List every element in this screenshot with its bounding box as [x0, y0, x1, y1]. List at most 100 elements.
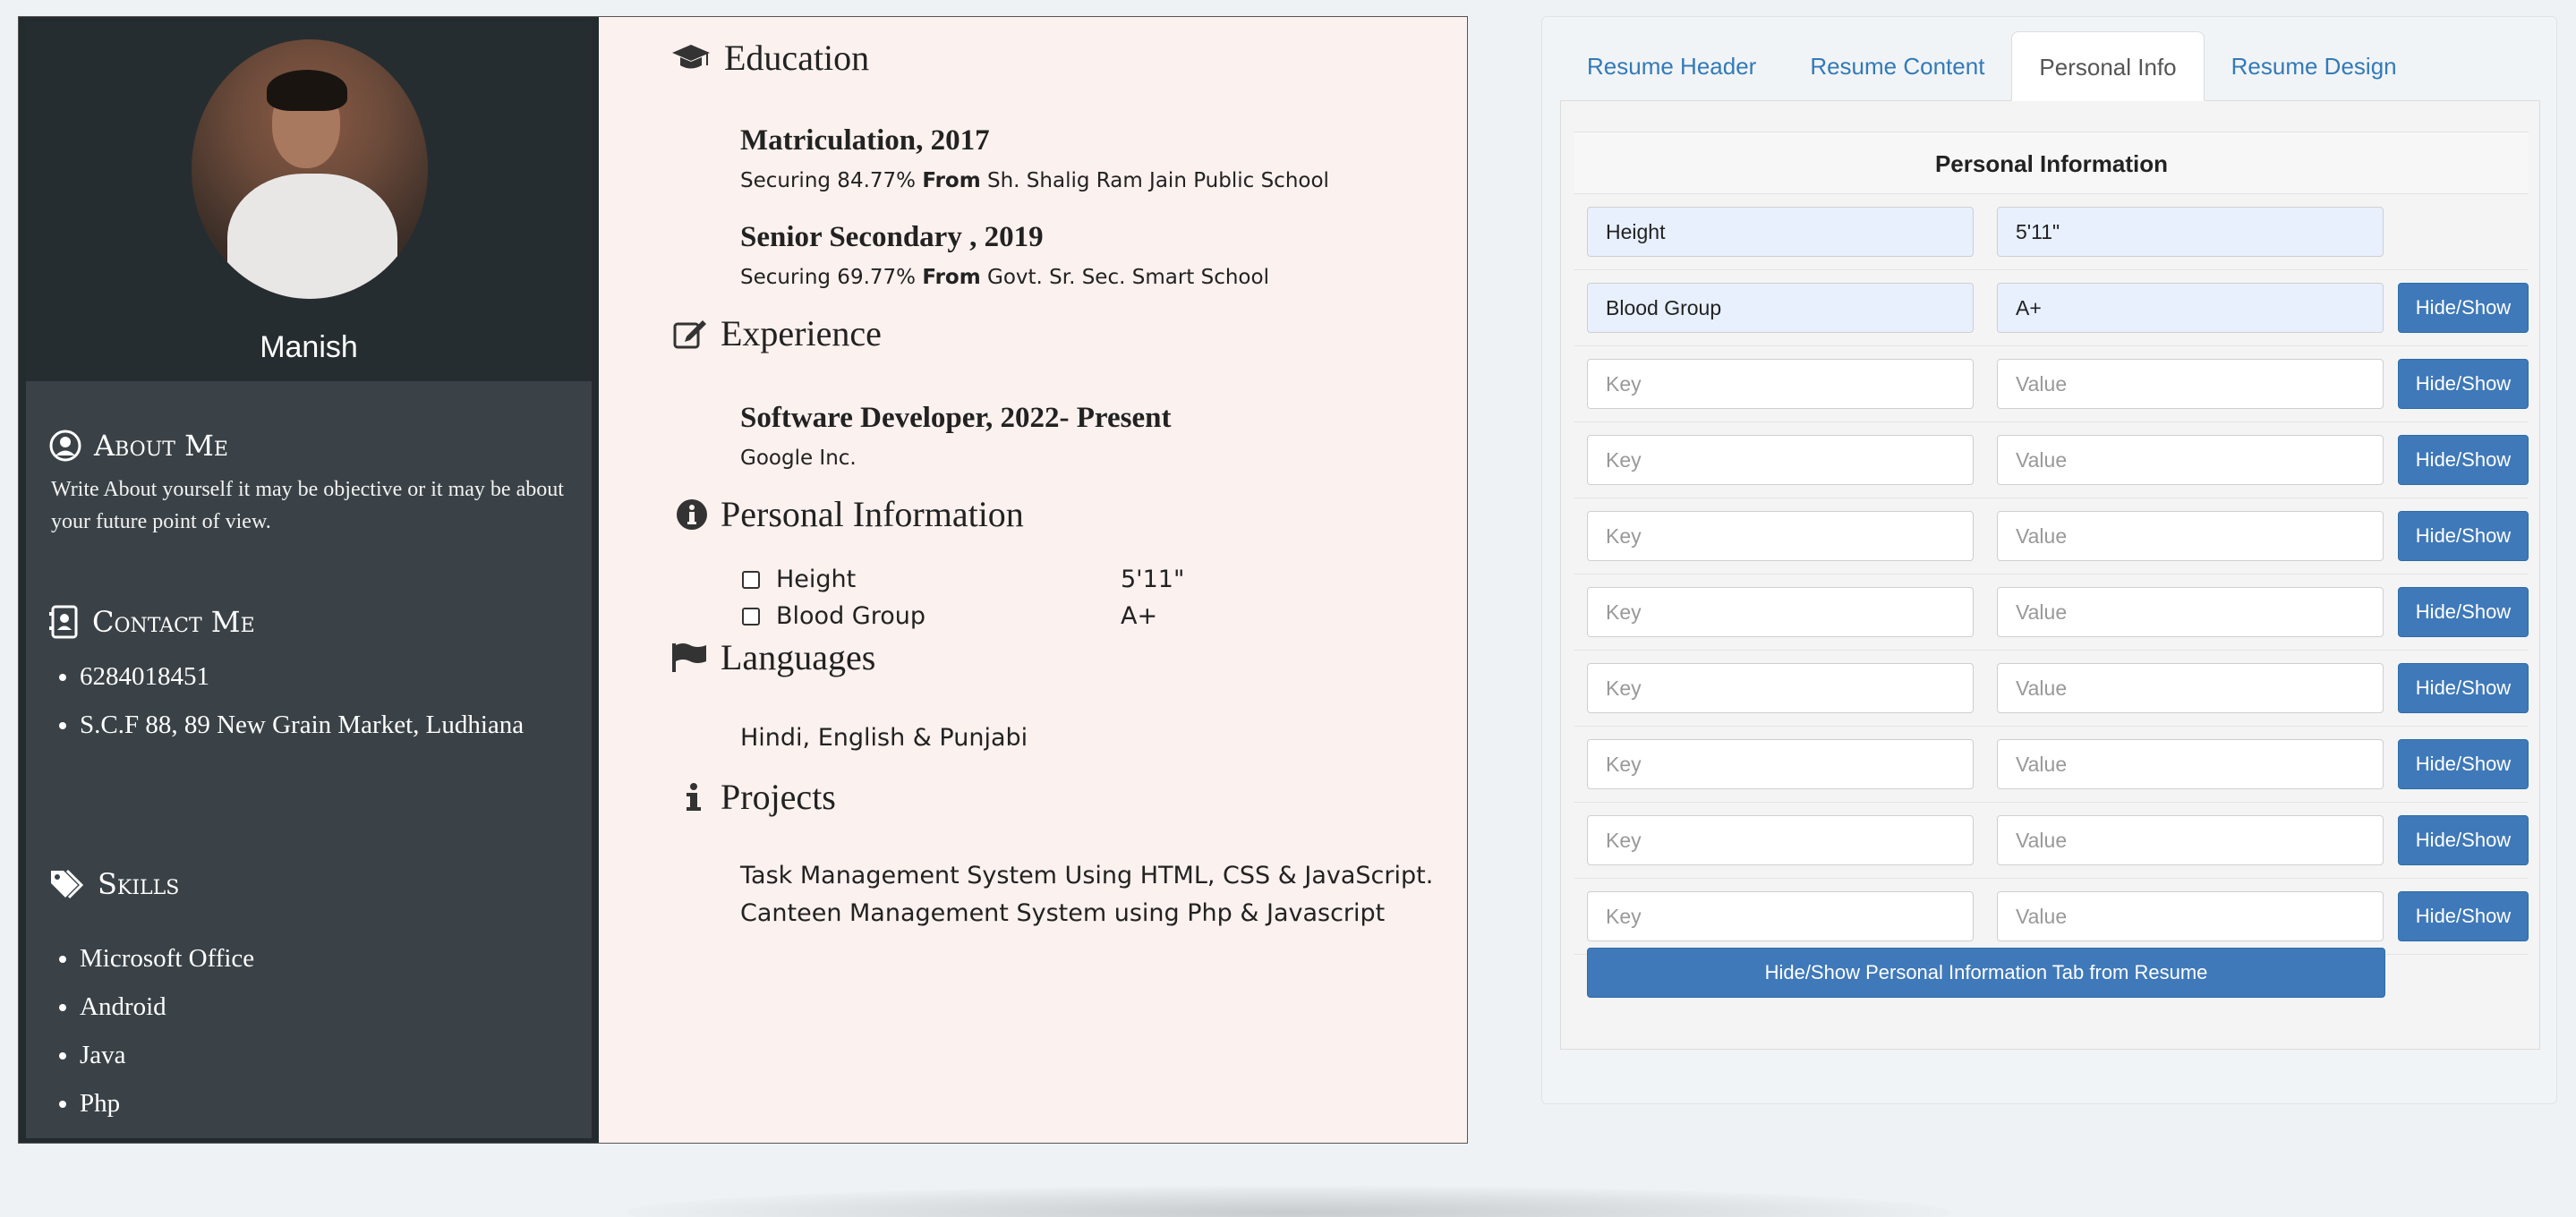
address-book-icon: [49, 605, 78, 639]
info-icon: [687, 782, 701, 811]
project-item: Canteen Management System using Php & Ja…: [740, 899, 1386, 927]
hide-show-button[interactable]: Hide/Show: [2398, 359, 2529, 409]
value-input[interactable]: [1997, 891, 2384, 941]
tab-resume-header[interactable]: Resume Header: [1560, 31, 1783, 101]
education-heading: Education: [670, 37, 869, 79]
form-row: Hide/Show: [1574, 651, 2529, 727]
experience-company: Google Inc.: [740, 447, 857, 470]
contact-heading: Contact Me: [49, 605, 255, 639]
hide-show-button[interactable]: Hide/Show: [2398, 891, 2529, 941]
key-input[interactable]: [1587, 587, 1974, 637]
value-input[interactable]: [1997, 739, 2384, 789]
value-input[interactable]: [1997, 815, 2384, 865]
resume-preview: Manish About Me Write About yourself it …: [18, 16, 1468, 1144]
experience-title: Software Developer, 2022- Present: [740, 402, 1172, 434]
toggle-personal-info-tab-button[interactable]: Hide/Show Personal Information Tab from …: [1587, 948, 2385, 998]
form-row: Hide/Show: [1574, 346, 2529, 422]
experience-heading: Experience: [672, 312, 882, 354]
key-input[interactable]: [1587, 435, 1974, 485]
projects-heading-label: Projects: [721, 777, 836, 817]
value-input[interactable]: [1997, 587, 2384, 637]
resume-sidebar: Manish About Me Write About yourself it …: [19, 17, 599, 1143]
key-input[interactable]: [1587, 283, 1974, 333]
profile-header: Manish: [26, 21, 592, 381]
resume-main: Education Matriculation, 2017 Securing 8…: [599, 17, 1467, 1143]
footer-shadow: [627, 1186, 1951, 1217]
key-input[interactable]: [1587, 663, 1974, 713]
form-row: [1574, 194, 2529, 270]
personal-info-heading-label: Personal Information: [721, 494, 1024, 534]
value-input[interactable]: [1997, 435, 2384, 485]
key-input[interactable]: [1587, 815, 1974, 865]
about-heading: About Me: [49, 429, 228, 463]
flag-icon: [672, 643, 706, 672]
key-input[interactable]: [1587, 511, 1974, 561]
form-row: Hide/Show: [1574, 270, 2529, 346]
value-input[interactable]: [1997, 283, 2384, 333]
value-input[interactable]: [1997, 663, 2384, 713]
key-input[interactable]: [1587, 359, 1974, 409]
form-row: Hide/Show: [1574, 498, 2529, 574]
form-row: Hide/Show: [1574, 803, 2529, 879]
education-title: Matriculation, 2017: [740, 124, 990, 157]
form-row: Hide/Show: [1574, 574, 2529, 651]
hide-show-button[interactable]: Hide/Show: [2398, 815, 2529, 865]
graduation-cap-icon: [672, 44, 710, 68]
contact-address: S.C.F 88, 89 New Grain Market, Ludhiana: [80, 705, 545, 745]
info-circle-icon: [677, 498, 707, 530]
skill-item: Android: [80, 983, 254, 1031]
hide-show-button[interactable]: Hide/Show: [2398, 435, 2529, 485]
education-heading-label: Education: [724, 38, 870, 78]
skills-list: Microsoft Office Android Java Php: [80, 934, 254, 1128]
form-row: Hide/Show: [1574, 727, 2529, 803]
hide-show-button[interactable]: Hide/Show: [2398, 511, 2529, 561]
hide-show-button[interactable]: Hide/Show: [2398, 739, 2529, 789]
personal-info-row: Blood Group A+: [742, 602, 1157, 630]
hide-show-button[interactable]: Hide/Show: [2398, 283, 2529, 333]
tags-icon: [51, 869, 84, 899]
key-input[interactable]: [1587, 739, 1974, 789]
value-input[interactable]: [1997, 511, 2384, 561]
profile-photo: [192, 39, 428, 299]
about-heading-label: About Me: [94, 429, 228, 463]
form-row: Hide/Show: [1574, 879, 2529, 955]
personal-info-heading: Personal Information: [676, 493, 1024, 535]
value-input[interactable]: [1997, 207, 2384, 257]
about-text: Write About yourself it may be objective…: [51, 478, 564, 533]
tab-resume-design[interactable]: Resume Design: [2205, 31, 2424, 101]
contact-heading-label: Contact Me: [92, 605, 255, 639]
contact-phone: 6284018451: [80, 657, 545, 696]
personal-info-row: Height 5'11": [742, 566, 1184, 593]
experience-heading-label: Experience: [721, 313, 882, 353]
education-detail: Securing 69.77% From Govt. Sr. Sec. Smar…: [740, 266, 1269, 289]
projects-heading: Projects: [681, 776, 836, 818]
skills-heading: Skills: [49, 867, 179, 901]
form-title: Personal Information: [1574, 132, 2529, 194]
languages-text: Hindi, English & Punjabi: [740, 724, 1028, 752]
languages-heading-label: Languages: [721, 637, 876, 677]
editor-panel: Resume Header Resume Content Personal In…: [1541, 16, 2557, 1104]
skill-item: Java: [80, 1031, 254, 1079]
contact-list: 6284018451 S.C.F 88, 89 New Grain Market…: [80, 657, 545, 753]
hide-show-button[interactable]: Hide/Show: [2398, 587, 2529, 637]
checkbox-icon: [742, 570, 760, 589]
checkbox-icon: [742, 607, 760, 626]
editor-tabs: Resume Header Resume Content Personal In…: [1560, 31, 2540, 101]
value-input[interactable]: [1997, 359, 2384, 409]
key-input[interactable]: [1587, 891, 1974, 941]
project-item: Task Management System Using HTML, CSS &…: [740, 862, 1434, 889]
education-detail: Securing 84.77% From Sh. Shalig Ram Jain…: [740, 169, 1329, 192]
tab-resume-content[interactable]: Resume Content: [1783, 31, 2011, 101]
skills-heading-label: Skills: [98, 867, 180, 901]
tab-personal-info[interactable]: Personal Info: [2011, 31, 2205, 101]
edit-icon: [673, 319, 706, 348]
key-input[interactable]: [1587, 207, 1974, 257]
skill-item: Php: [80, 1079, 254, 1128]
hide-show-button[interactable]: Hide/Show: [2398, 663, 2529, 713]
user-circle-icon: [49, 430, 81, 462]
skill-item: Microsoft Office: [80, 934, 254, 983]
form-row: Hide/Show: [1574, 422, 2529, 498]
profile-name: Manish: [260, 330, 358, 364]
education-title: Senior Secondary , 2019: [740, 221, 1044, 253]
languages-heading: Languages: [670, 636, 875, 678]
